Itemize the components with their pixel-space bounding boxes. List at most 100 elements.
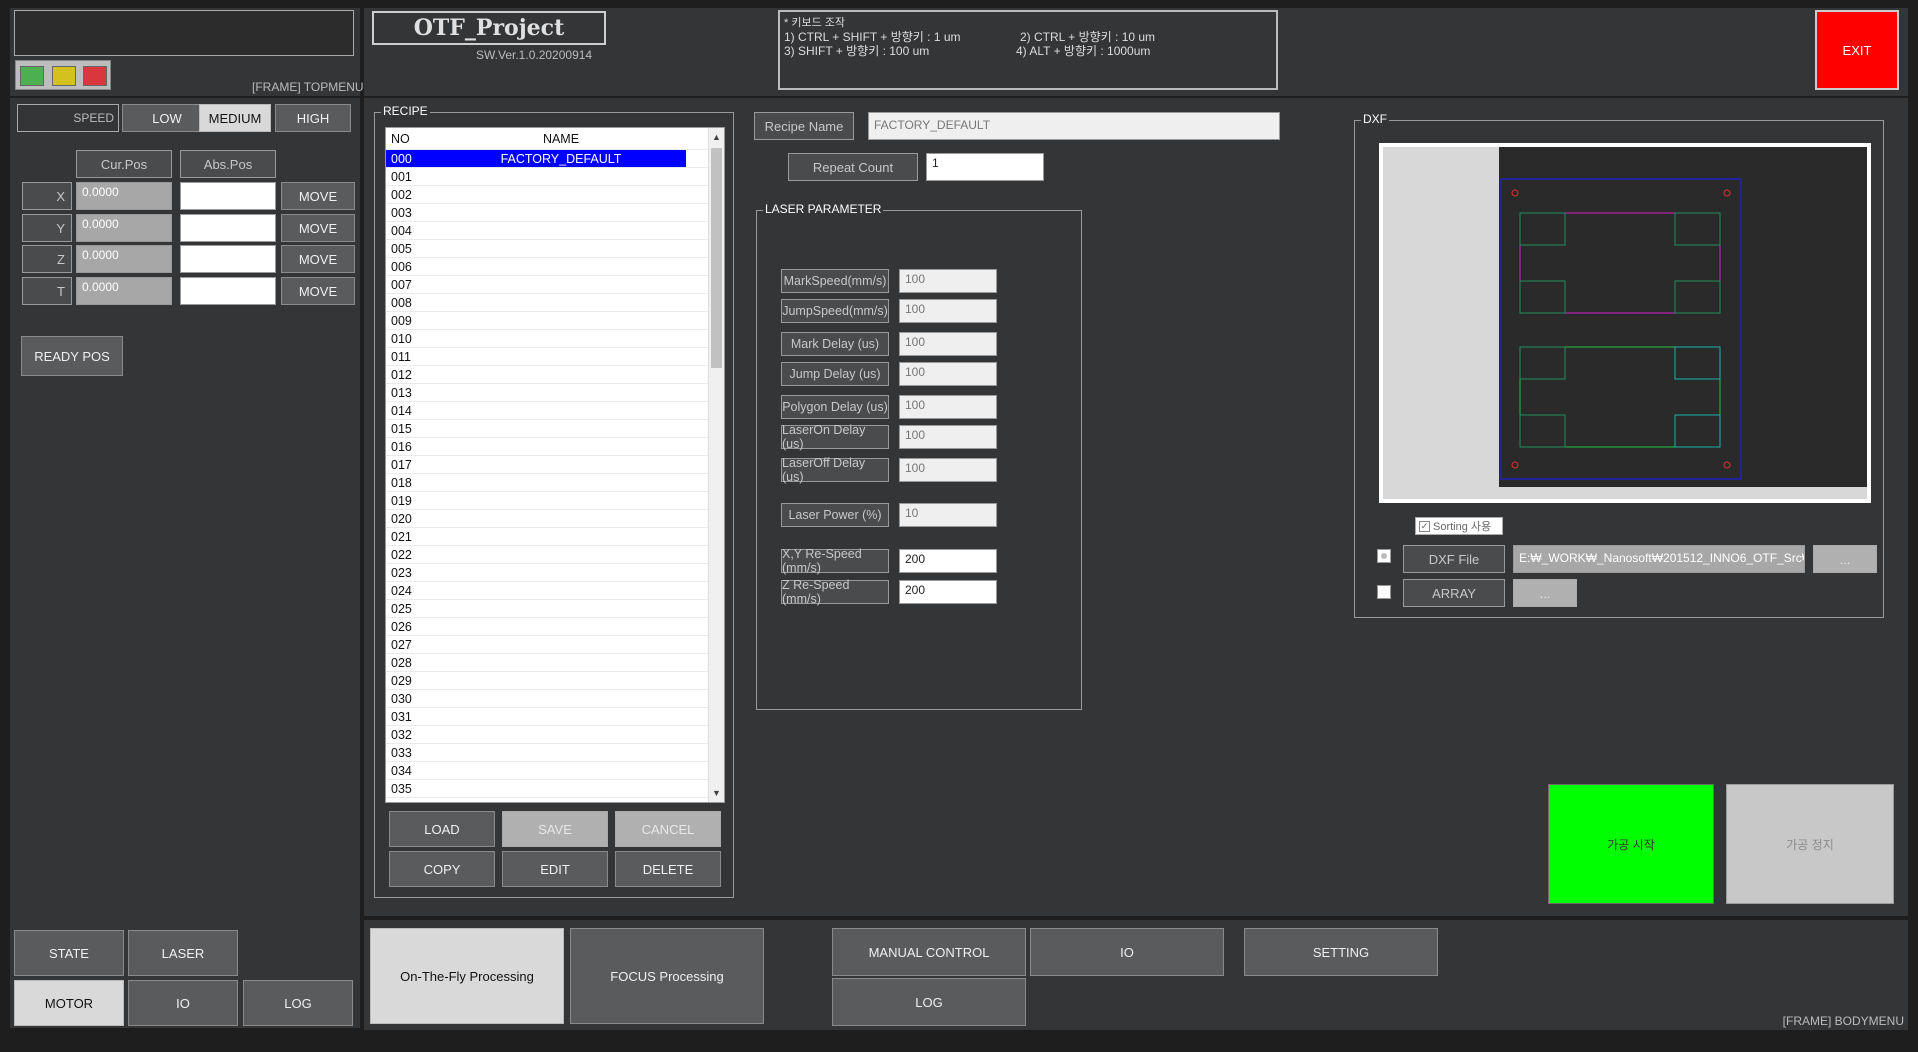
dxf-path-field[interactable]: E:₩_WORK₩_Nanosoft₩201512_INNO6_OTF_Src₩ (1513, 545, 1805, 573)
table-row[interactable]: 020 (386, 510, 724, 528)
axis-t-move-button[interactable]: MOVE (281, 277, 355, 305)
table-row[interactable]: 008 (386, 294, 724, 312)
array-checkbox[interactable] (1377, 585, 1391, 599)
table-row[interactable]: 016 (386, 438, 724, 456)
load-button[interactable]: LOAD (389, 811, 495, 847)
manual-control-button[interactable]: MANUAL CONTROL (832, 928, 1026, 976)
axis-y-move-button[interactable]: MOVE (281, 214, 355, 242)
dxf-file-radio[interactable] (1377, 549, 1391, 563)
table-row[interactable]: 021 (386, 528, 724, 546)
axis-z-move-button[interactable]: MOVE (281, 245, 355, 273)
setting-button[interactable]: SETTING (1244, 928, 1438, 976)
laser-param-input[interactable]: 100 (899, 299, 997, 323)
tab-motor[interactable]: MOTOR (14, 980, 124, 1026)
repeat-count-input[interactable]: 1 (926, 153, 1044, 181)
scroll-down-icon[interactable]: ▼ (712, 788, 721, 798)
speed-high-button[interactable]: HIGH (275, 104, 351, 132)
recipe-scrollbar[interactable]: ▲ ▼ (708, 128, 724, 802)
table-row[interactable]: 031 (386, 708, 724, 726)
table-row[interactable]: 013 (386, 384, 724, 402)
laser-param-input[interactable]: 200 (899, 549, 997, 573)
table-row[interactable]: 024 (386, 582, 724, 600)
table-row[interactable]: 019 (386, 492, 724, 510)
dxf-browse-button[interactable]: ... (1813, 545, 1877, 573)
table-row[interactable]: 007 (386, 276, 724, 294)
sorting-checkbox[interactable]: ✓ Sorting 사용 (1415, 517, 1503, 535)
table-row[interactable]: 011 (386, 348, 724, 366)
cancel-button[interactable]: CANCEL (615, 811, 721, 847)
recipe-no-cell: 031 (391, 710, 412, 724)
focus-processing-button[interactable]: FOCUS Processing (570, 928, 764, 1024)
axis-t-cur: 0.0000 (76, 277, 172, 305)
table-row[interactable]: 023 (386, 564, 724, 582)
table-row[interactable]: 005 (386, 240, 724, 258)
axis-t-abs-input[interactable] (180, 277, 276, 305)
table-row[interactable]: 015 (386, 420, 724, 438)
delete-button[interactable]: DELETE (615, 851, 721, 887)
table-row[interactable]: 006 (386, 258, 724, 276)
ready-pos-button[interactable]: READY POS (21, 336, 123, 376)
sorting-check-icon: ✓ (1419, 520, 1430, 532)
table-row[interactable]: 029 (386, 672, 724, 690)
table-row[interactable]: 028 (386, 654, 724, 672)
axis-z-abs-input[interactable] (180, 245, 276, 273)
table-row[interactable]: 022 (386, 546, 724, 564)
table-row[interactable]: 003 (386, 204, 724, 222)
recipe-no-cell: 005 (391, 242, 412, 256)
table-row[interactable]: 014 (386, 402, 724, 420)
top-menu: OTF_Project SW.Ver.1.0.20200914 [FRAME] … (252, 8, 1908, 96)
recipe-no-cell: 021 (391, 530, 412, 544)
axis-x-move-button[interactable]: MOVE (281, 182, 355, 210)
recipe-no-cell: 030 (391, 692, 412, 706)
table-row[interactable]: 009 (386, 312, 724, 330)
table-row[interactable]: 030 (386, 690, 724, 708)
scroll-thumb[interactable] (711, 148, 722, 368)
table-row[interactable]: 034 (386, 762, 724, 780)
laser-param-input[interactable]: 100 (899, 362, 997, 386)
table-row[interactable]: 001 (386, 168, 724, 186)
table-row[interactable]: 032 (386, 726, 724, 744)
io-button[interactable]: IO (1030, 928, 1224, 976)
tab-log[interactable]: LOG (243, 980, 353, 1026)
table-row[interactable]: 035 (386, 780, 724, 798)
table-row[interactable]: 018 (386, 474, 724, 492)
copy-button[interactable]: COPY (389, 851, 495, 887)
tab-laser[interactable]: LASER (128, 930, 238, 976)
laser-param-input[interactable]: 100 (899, 395, 997, 419)
laser-param-input[interactable]: 100 (899, 269, 997, 293)
speed-medium-button[interactable]: MEDIUM (199, 104, 271, 132)
array-browse-button[interactable]: ... (1513, 579, 1577, 607)
axis-x-abs-input[interactable] (180, 182, 276, 210)
recipe-name-cell (436, 690, 686, 707)
laser-param-input[interactable]: 100 (899, 425, 997, 449)
table-row[interactable]: 010 (386, 330, 724, 348)
tab-state[interactable]: STATE (14, 930, 124, 976)
table-row[interactable]: 017 (386, 456, 724, 474)
scroll-up-icon[interactable]: ▲ (712, 132, 721, 142)
table-row[interactable]: 025 (386, 600, 724, 618)
recipe-name-cell (436, 240, 686, 257)
table-row[interactable]: 004 (386, 222, 724, 240)
table-row[interactable]: 000 FACTORY_DEFAULT (386, 150, 724, 168)
log-button[interactable]: LOG (832, 978, 1026, 1026)
table-row[interactable]: 027 (386, 636, 724, 654)
tab-io[interactable]: IO (128, 980, 238, 1026)
laser-param-input[interactable]: 100 (899, 458, 997, 482)
laser-param-input[interactable]: 10 (899, 503, 997, 527)
axis-y-abs-input[interactable] (180, 214, 276, 242)
laser-param-input[interactable]: 200 (899, 580, 997, 604)
table-row[interactable]: 012 (386, 366, 724, 384)
keyboard-hint-box: * 키보드 조작 1) CTRL + SHIFT + 방향키 : 1 um 2)… (778, 10, 1278, 90)
table-row[interactable]: 033 (386, 744, 724, 762)
otf-processing-button[interactable]: On-The-Fly Processing (370, 928, 564, 1024)
laser-param-input[interactable]: 100 (899, 332, 997, 356)
process-stop-button[interactable]: 가공 정지 (1726, 784, 1894, 904)
table-row[interactable]: 002 (386, 186, 724, 204)
exit-button[interactable]: EXIT (1815, 10, 1899, 90)
recipe-no-cell: 012 (391, 368, 412, 382)
edit-button[interactable]: EDIT (502, 851, 608, 887)
recipe-no-cell: 028 (391, 656, 412, 670)
process-start-button[interactable]: 가공 시작 (1548, 784, 1714, 904)
save-button[interactable]: SAVE (502, 811, 608, 847)
table-row[interactable]: 026 (386, 618, 724, 636)
